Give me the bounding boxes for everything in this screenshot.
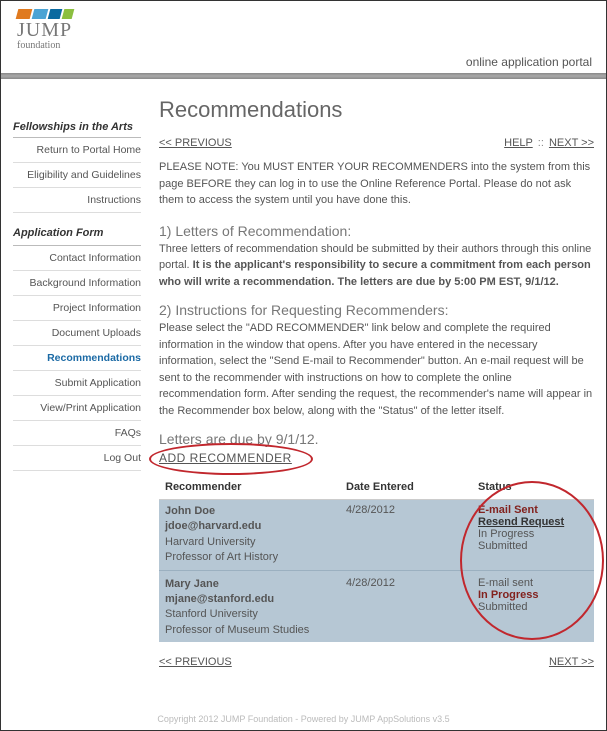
rec-name: Mary Jane <box>165 578 219 590</box>
please-note: PLEASE NOTE: You MUST ENTER YOUR RECOMME… <box>159 159 594 209</box>
prev-link-bottom[interactable]: << PREVIOUS <box>159 656 232 668</box>
sidebar-item-project[interactable]: Project Information <box>13 296 141 321</box>
status-in-progress: In Progress <box>478 528 588 540</box>
next-link-top[interactable]: NEXT >> <box>549 137 594 149</box>
sidebar-group-application: Application Form <box>13 221 141 246</box>
sidebar-item-submit[interactable]: Submit Application <box>13 371 141 396</box>
sidebar-item-instructions[interactable]: Instructions <box>13 188 141 213</box>
rec-institution: Harvard University <box>165 535 334 550</box>
sidebar-item-logout[interactable]: Log Out <box>13 446 141 471</box>
logo-text-main: JUMP <box>17 19 73 42</box>
status-submitted: Submitted <box>478 601 588 613</box>
nav-separator: :: <box>538 137 544 149</box>
sidebar-item-viewprint[interactable]: View/Print Application <box>13 396 141 421</box>
section-instructions-text: Please select the "ADD RECOMMENDER" link… <box>159 320 594 419</box>
sidebar-item-recommendations[interactable]: Recommendations <box>13 346 141 371</box>
rec-date: 4/28/2012 <box>340 570 472 642</box>
status-submitted: Submitted <box>478 540 588 552</box>
col-recommender: Recommender <box>159 475 340 500</box>
page-title: Recommendations <box>159 97 594 123</box>
portal-label: online application portal <box>466 55 592 69</box>
sidebar-item-background[interactable]: Background Information <box>13 271 141 296</box>
note-lead: PLEASE NOTE: You MUST ENTER YOUR RECOMME… <box>159 161 471 173</box>
logo-icon <box>17 9 73 19</box>
sec1-bold: It is the applicant's responsibility to … <box>159 259 591 288</box>
sidebar-item-contact[interactable]: Contact Information <box>13 246 141 271</box>
rec-title: Professor of Art History <box>165 550 334 565</box>
status-in-progress: In Progress <box>478 589 588 601</box>
status-email-sent: E-mail Sent <box>478 504 588 516</box>
resend-request-link[interactable]: Resend Request <box>478 516 564 528</box>
rec-date: 4/28/2012 <box>340 500 472 571</box>
col-date: Date Entered <box>340 475 472 500</box>
table-row: John Doe jdoe@harvard.edu Harvard Univer… <box>159 500 594 571</box>
logo: JUMP foundation <box>17 9 73 51</box>
section-instructions-title: 2) Instructions for Requesting Recommend… <box>159 302 594 318</box>
sidebar-item-eligibility[interactable]: Eligibility and Guidelines <box>13 163 141 188</box>
footer-copyright: Copyright 2012 JUMP Foundation - Powered… <box>1 714 606 724</box>
rec-email: mjane@stanford.edu <box>165 593 274 605</box>
sidebar-item-documents[interactable]: Document Uploads <box>13 321 141 346</box>
table-row: Mary Jane mjane@stanford.edu Stanford Un… <box>159 570 594 642</box>
sidebar: Fellowships in the Arts Return to Portal… <box>13 87 141 674</box>
section-letters-title: 1) Letters of Recommendation: <box>159 223 594 239</box>
sidebar-item-portal-home[interactable]: Return to Portal Home <box>13 138 141 163</box>
prev-link-top[interactable]: << PREVIOUS <box>159 137 232 149</box>
letters-due-label: Letters are due by 9/1/12. <box>159 431 594 447</box>
sidebar-group-fellowships: Fellowships in the Arts <box>13 117 141 138</box>
rec-email: jdoe@harvard.edu <box>165 520 261 532</box>
recommenders-table: Recommender Date Entered Status John Doe… <box>159 475 594 642</box>
next-link-bottom[interactable]: NEXT >> <box>549 656 594 668</box>
add-recommender-link[interactable]: ADD RECOMMENDER <box>159 451 292 465</box>
status-email-sent: E-mail sent <box>478 577 588 589</box>
help-link[interactable]: HELP <box>504 137 533 149</box>
sidebar-item-faqs[interactable]: FAQs <box>13 421 141 446</box>
section-letters-text: Three letters of recommendation should b… <box>159 241 594 291</box>
rec-institution: Stanford University <box>165 607 334 622</box>
rec-title: Professor of Museum Studies <box>165 623 334 638</box>
rec-name: John Doe <box>165 505 215 517</box>
col-status: Status <box>472 475 594 500</box>
